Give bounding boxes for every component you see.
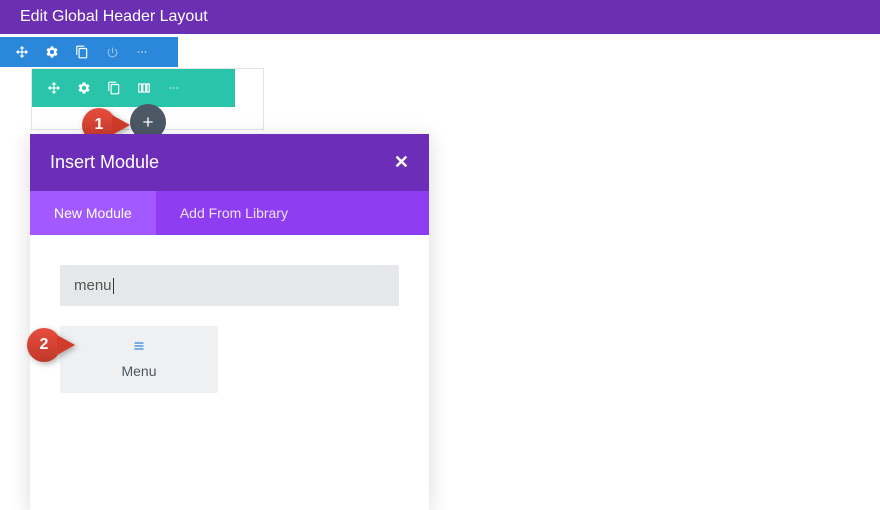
more-icon[interactable]: [166, 80, 182, 96]
module-menu[interactable]: Menu: [60, 326, 218, 393]
duplicate-icon[interactable]: [74, 44, 90, 60]
move-icon[interactable]: [46, 80, 62, 96]
search-input[interactable]: menu: [60, 265, 399, 306]
module-label: Menu: [70, 363, 208, 379]
gear-icon[interactable]: [76, 80, 92, 96]
insert-module-modal: Insert Module ✕ New Module Add From Libr…: [30, 134, 429, 510]
modal-title: Insert Module: [50, 152, 159, 173]
close-icon[interactable]: ✕: [394, 152, 409, 173]
page-title-bar: Edit Global Header Layout: [0, 0, 880, 34]
page-title: Edit Global Header Layout: [20, 8, 208, 25]
tab-add-from-library[interactable]: Add From Library: [156, 191, 312, 235]
modal-body: menu Menu: [30, 235, 429, 413]
modal-header: Insert Module ✕: [30, 134, 429, 191]
power-icon[interactable]: [104, 44, 120, 60]
tab-new-module[interactable]: New Module: [30, 191, 156, 235]
modal-tabs: New Module Add From Library: [30, 191, 429, 235]
module-results: Menu: [60, 326, 399, 393]
gear-icon[interactable]: [44, 44, 60, 60]
menu-icon: [70, 340, 208, 355]
row-toolbar: [32, 69, 235, 107]
callout-marker-2: 2: [27, 328, 61, 362]
duplicate-icon[interactable]: [106, 80, 122, 96]
move-icon[interactable]: [14, 44, 30, 60]
section-toolbar: [0, 37, 178, 67]
columns-icon[interactable]: [136, 80, 152, 96]
more-icon[interactable]: [134, 44, 150, 60]
